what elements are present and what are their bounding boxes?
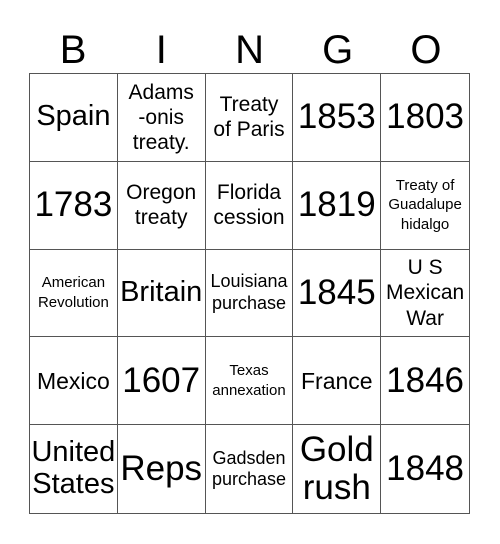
bingo-cell[interactable]: American Revolution <box>30 249 118 338</box>
bingo-cell[interactable]: Gadsden purchase <box>206 425 294 513</box>
bingo-cell-text: Spain <box>36 100 111 133</box>
bingo-cell[interactable]: Britain <box>117 249 206 338</box>
bingo-cell-text: United States <box>31 436 116 501</box>
bingo-cell[interactable]: 1848 <box>381 425 469 513</box>
bingo-cell-text: Britain <box>120 276 203 309</box>
bingo-cell[interactable]: 1607 <box>117 337 206 426</box>
bingo-cell-text: Mexico <box>36 367 110 394</box>
bingo-cell-text: 1845 <box>297 272 376 312</box>
bingo-cell-text: France <box>300 367 373 394</box>
bingo-cell-text: Oregon treaty <box>126 181 197 230</box>
bingo-card-grid: Spain Adams -onis treaty. Treaty of Paris 1… <box>29 73 470 514</box>
bingo-cell-text: Adams -onis treaty. <box>128 80 194 154</box>
bingo-cell-text: 1848 <box>386 448 465 488</box>
header-letter-o: O <box>410 28 442 72</box>
bingo-cell-text: U S Mexican War <box>385 256 465 330</box>
bingo-cell-text: American Revolution <box>37 274 109 311</box>
bingo-cell[interactable]: France <box>293 337 382 426</box>
header-letter-b: B <box>59 28 87 72</box>
bingo-cell-text: Gadsden purchase <box>211 447 287 490</box>
bingo-cell-text: Louisiana purchase <box>210 271 288 313</box>
bingo-cell[interactable]: Mexico <box>30 337 118 426</box>
header-letter-n: N <box>235 28 264 72</box>
bingo-cell-text: 1607 <box>122 360 201 400</box>
bingo-cell[interactable]: Spain <box>30 74 118 162</box>
bingo-cell-text: Reps <box>120 448 203 488</box>
bingo-cell-text: 1819 <box>297 184 376 224</box>
bingo-cell[interactable]: U S Mexican War <box>381 250 469 338</box>
bingo-cell[interactable]: Oregon treaty <box>117 161 206 250</box>
bingo-cell-text: Texas annexation <box>212 362 286 399</box>
bingo-cell-text: 1783 <box>34 184 113 224</box>
bingo-cell[interactable]: 1853 <box>293 74 382 162</box>
bingo-cell[interactable]: Adams -onis treaty. <box>117 74 206 162</box>
bingo-cell-text: Treaty of Paris <box>213 93 285 142</box>
bingo-cell-text: 1853 <box>297 97 376 137</box>
bingo-cell[interactable]: 1819 <box>293 161 382 250</box>
bingo-cell[interactable]: Treaty of Paris <box>205 74 294 162</box>
bingo-cell[interactable]: Louisiana purchase <box>205 249 294 338</box>
bingo-cell[interactable]: Gold rush <box>293 425 382 513</box>
bingo-cell[interactable]: 1803 <box>381 74 469 162</box>
bingo-cell[interactable]: 1846 <box>381 337 469 426</box>
bingo-cell[interactable]: 1783 <box>30 161 118 250</box>
bingo-cell[interactable]: Treaty of Guadalupe hidalgo <box>381 162 469 250</box>
bingo-cell[interactable]: Reps <box>118 425 206 513</box>
bingo-cell-text: Gold rush <box>299 429 374 508</box>
bingo-cell-text: Florida cession <box>213 181 285 230</box>
bingo-header: B I N G O <box>29 26 470 74</box>
header-letter-i: I <box>155 28 167 72</box>
bingo-cell[interactable]: Texas annexation <box>205 337 294 426</box>
bingo-cell-text: 1803 <box>386 97 465 137</box>
bingo-cell[interactable]: 1845 <box>293 249 382 338</box>
header-letter-g: G <box>322 28 354 72</box>
bingo-cell-text: 1846 <box>386 360 465 400</box>
bingo-cell[interactable]: Florida cession <box>205 161 294 250</box>
bingo-cell-text: Treaty of Guadalupe hidalgo <box>388 176 462 233</box>
bingo-cell[interactable]: United States <box>30 425 118 513</box>
